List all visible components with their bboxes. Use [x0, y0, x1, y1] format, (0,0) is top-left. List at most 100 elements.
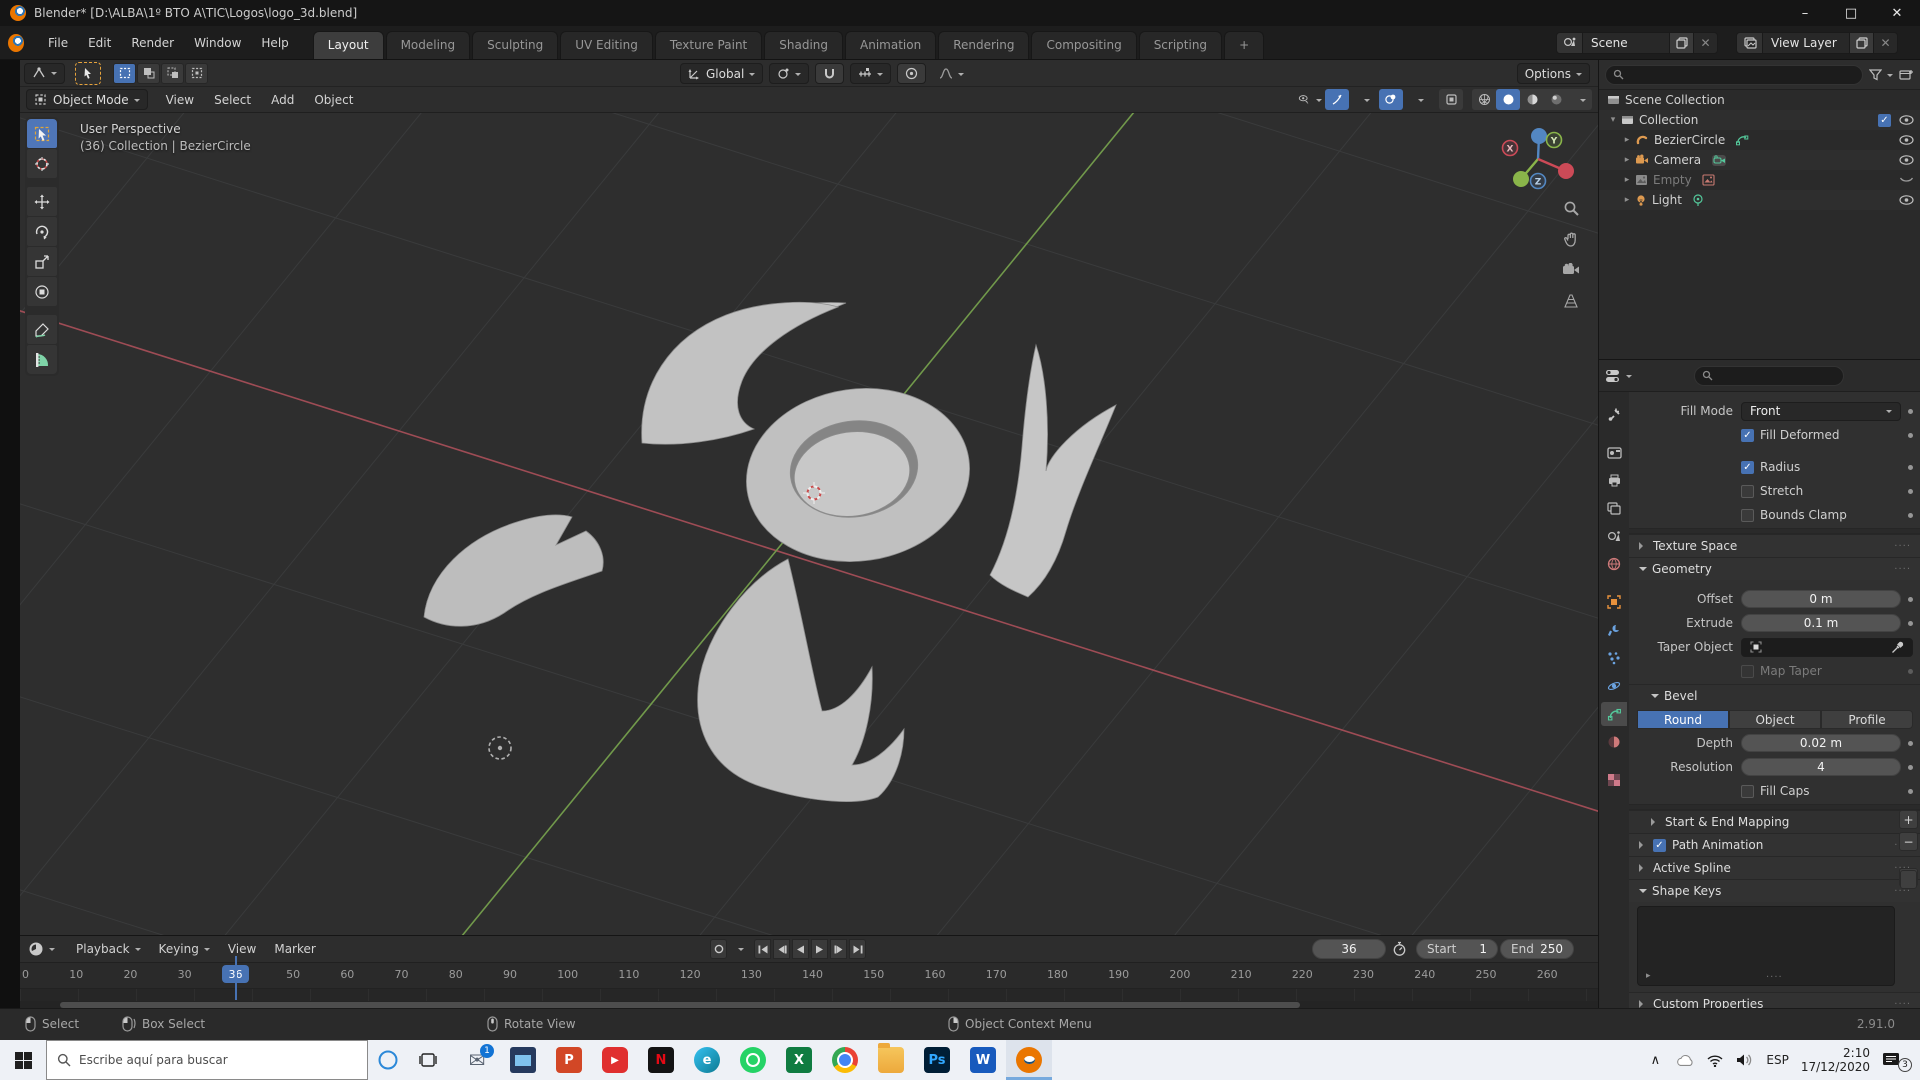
viewport-menu-item[interactable]: Add — [261, 89, 304, 111]
outliner-row-light[interactable]: ▸ Light — [1599, 190, 1920, 210]
current-frame-field[interactable]: 36 — [1312, 939, 1386, 959]
taskbar-app-icon[interactable]: W — [960, 1040, 1006, 1080]
fill-caps-checkbox[interactable]: Fill Caps — [1741, 784, 1901, 798]
snap-toggle[interactable] — [815, 63, 844, 84]
workspace-tab[interactable]: Compositing — [1031, 31, 1136, 59]
shading-material-button[interactable] — [1520, 89, 1544, 110]
tool-annotate[interactable] — [27, 315, 57, 344]
geometry-panel-header[interactable]: Geometry ···· — [1629, 557, 1920, 580]
shape-key-add-button[interactable]: + — [1899, 810, 1918, 829]
xray-toggle[interactable] — [1439, 89, 1463, 110]
fill-mode-dropdown[interactable]: Front — [1741, 402, 1901, 421]
overlays-toggle[interactable] — [1379, 89, 1403, 110]
object-tab[interactable] — [1601, 590, 1627, 614]
start-frame-field[interactable]: Start1 — [1416, 939, 1498, 959]
outliner-search-input[interactable] — [1605, 65, 1863, 85]
workspace-tab[interactable]: Rendering — [938, 31, 1029, 59]
taskbar-app-icon[interactable] — [822, 1040, 868, 1080]
timeline-tracks[interactable] — [20, 989, 1598, 1001]
proportional-falloff-dropdown[interactable] — [932, 63, 971, 84]
clock[interactable]: 2:10 17/12/2020 — [1801, 1046, 1870, 1074]
timeline-editor-type-button[interactable] — [28, 941, 55, 957]
taskbar-app-icon[interactable] — [868, 1040, 914, 1080]
shape-keys-panel-header[interactable]: Shape Keys ···· — [1629, 879, 1920, 902]
viewport-menu-item[interactable]: View — [156, 89, 204, 111]
timeline-menu-item[interactable]: Playback — [67, 942, 150, 956]
play-button[interactable] — [811, 939, 828, 959]
taskbar-app-icon[interactable]: X — [776, 1040, 822, 1080]
mode-dropdown[interactable]: Object Mode — [26, 89, 148, 110]
overlays-dropdown[interactable] — [1406, 89, 1430, 110]
collection-visibility-icon[interactable] — [1899, 115, 1914, 125]
workspace-tab[interactable]: Scripting — [1139, 31, 1222, 59]
active-tool-button[interactable] — [75, 62, 101, 85]
visibility-icon[interactable] — [1899, 135, 1914, 145]
timeline-menu-item[interactable]: Marker — [265, 942, 324, 956]
workspace-tab[interactable]: Modeling — [386, 31, 471, 59]
workspace-tab[interactable]: Sculpting — [472, 31, 558, 59]
viewport-menu-item[interactable]: Object — [304, 89, 363, 111]
outliner-row-collection[interactable]: ▾ Collection ✓ — [1599, 110, 1920, 130]
depth-field[interactable]: 0.02 m — [1741, 734, 1901, 752]
taskbar-app-icon[interactable]: ✉ 1 — [454, 1040, 500, 1080]
physics-tab[interactable] — [1601, 674, 1627, 698]
custom-properties-panel-header[interactable]: Custom Properties ···· — [1629, 992, 1920, 1008]
active-spline-panel-header[interactable]: Active Spline ···· — [1629, 856, 1920, 879]
output-tab[interactable] — [1601, 468, 1627, 492]
outliner-filter-button[interactable] — [1869, 69, 1893, 81]
unlink-scene-button[interactable]: ✕ — [1693, 32, 1717, 54]
new-view-layer-button[interactable] — [1849, 32, 1873, 54]
object-data-tab[interactable] — [1601, 702, 1627, 726]
previous-keyframe-button[interactable] — [773, 939, 790, 959]
taskbar-app-icon[interactable]: P — [546, 1040, 592, 1080]
jump-to-end-button[interactable] — [849, 939, 866, 959]
tool-cursor[interactable] — [27, 149, 57, 178]
keying-dropdown[interactable] — [738, 948, 744, 954]
shading-solid-button[interactable] — [1496, 89, 1520, 110]
timeline-ruler[interactable]: 0102030405060708090100110120130140150160… — [20, 963, 1598, 989]
tool-measure[interactable] — [27, 345, 57, 374]
scene-selector[interactable]: Scene ✕ — [1556, 32, 1718, 54]
path-animation-checkbox[interactable]: ✓ — [1653, 839, 1666, 852]
use-preview-range-toggle[interactable] — [1392, 941, 1407, 957]
bounds-clamp-checkbox[interactable]: Bounds Clamp — [1741, 508, 1901, 522]
pivot-point-dropdown[interactable] — [769, 63, 809, 84]
taskbar-app-icon[interactable] — [1006, 1040, 1052, 1080]
select-mode-subtract-button[interactable] — [161, 63, 184, 84]
start-end-mapping-panel-header[interactable]: Start & End Mapping — [1629, 810, 1920, 833]
tool-tab[interactable] — [1601, 402, 1627, 426]
minimize-button[interactable]: – — [1782, 0, 1828, 26]
blender-menu-icon[interactable] — [8, 34, 24, 52]
tool-rotate[interactable] — [27, 217, 57, 246]
hidden-icons-chevron[interactable]: ∧ — [1646, 1053, 1664, 1068]
viewport-3d[interactable]: X Y Z User Perspective (36) Collection |… — [20, 113, 1598, 935]
select-mode-extend-button[interactable] — [137, 63, 160, 84]
menu-item[interactable]: Edit — [78, 32, 121, 54]
menu-item[interactable]: Help — [251, 32, 298, 54]
visibility-closed-icon[interactable] — [1899, 175, 1914, 185]
camera-view-icon[interactable] — [1560, 259, 1582, 281]
auto-keying-toggle[interactable] — [710, 939, 727, 959]
zoom-view-icon[interactable] — [1560, 197, 1582, 219]
gizmos-toggle[interactable] — [1325, 89, 1349, 110]
extrude-field[interactable]: 0.1 m — [1741, 614, 1901, 632]
cortana-button[interactable] — [368, 1040, 408, 1080]
outliner-row-empty[interactable]: ▸ Empty — [1599, 170, 1920, 190]
gizmos-dropdown[interactable] — [1352, 89, 1376, 110]
material-tab[interactable] — [1601, 730, 1627, 754]
shape-key-remove-button[interactable]: − — [1899, 832, 1918, 851]
jump-to-start-button[interactable] — [754, 939, 771, 959]
navigation-gizmo[interactable]: X Y Z — [1503, 128, 1575, 189]
outliner-row-scene-collection[interactable]: Scene Collection — [1599, 90, 1920, 110]
tool-move[interactable] — [27, 187, 57, 216]
wifi-icon[interactable] — [1706, 1054, 1724, 1067]
outliner-row-beziercircle[interactable]: ▸ BezierCircle — [1599, 130, 1920, 150]
workspace-tab[interactable]: + — [1224, 31, 1264, 59]
next-keyframe-button[interactable] — [830, 939, 847, 959]
shading-dropdown[interactable] — [1568, 89, 1592, 110]
tool-select-box[interactable] — [27, 119, 57, 148]
taskbar-app-icon[interactable]: Ps — [914, 1040, 960, 1080]
task-view-button[interactable] — [408, 1040, 448, 1080]
fill-deformed-checkbox[interactable]: ✓ Fill Deformed — [1741, 428, 1901, 442]
close-button[interactable]: ✕ — [1874, 0, 1920, 26]
